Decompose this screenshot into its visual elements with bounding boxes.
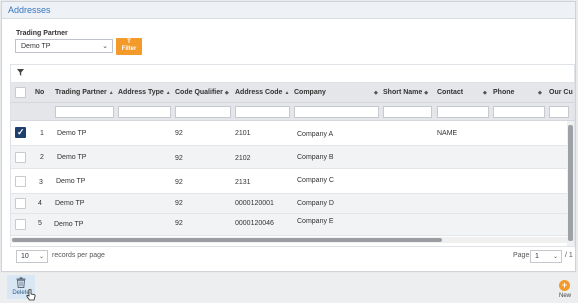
trading-partner-label: Trading Partner: [16, 30, 68, 37]
column-header-code-qualifier[interactable]: Code Qualifier ◆: [175, 89, 229, 96]
vertical-scrollbar-thumb[interactable]: [568, 125, 573, 241]
cell-no: 3: [39, 179, 43, 186]
column-header-phone[interactable]: Phone: [493, 89, 514, 96]
footer-toolbar: Delete + New: [0, 273, 578, 303]
page-label: Page: [513, 252, 530, 259]
hand-cursor-icon: [26, 288, 36, 303]
records-per-page-value: 10: [21, 253, 29, 260]
cell-address-code: 2131: [235, 179, 251, 186]
filter-input-contact[interactable]: [437, 106, 489, 118]
cell-company: Company B: [297, 154, 334, 161]
horizontal-scrollbar-thumb[interactable]: [12, 238, 442, 242]
addresses-grid: No Trading Partner ▲ Address Type ▲ Code Q…: [10, 82, 575, 247]
grid-toolbar: [10, 64, 575, 82]
cell-company: Company E: [297, 218, 334, 225]
cell-company: Company D: [297, 200, 334, 207]
records-per-page-select[interactable]: 10 ⌄: [16, 250, 48, 263]
pager: 10 ⌄ records per page Page 1 ⌄ / 1: [10, 247, 575, 267]
cell-trading-partner: Demo TP: [54, 221, 84, 228]
trading-partner-select[interactable]: Demo TP ⌄: [15, 39, 113, 53]
cell-company: Company A: [297, 131, 334, 138]
column-header-trading-partner[interactable]: Trading Partner ▲: [55, 89, 114, 96]
chevron-down-icon: ⌄: [552, 254, 558, 260]
horizontal-scrollbar[interactable]: [10, 237, 568, 243]
table-row[interactable]: 5 Demo TP 92 0000120046 Company E: [11, 214, 574, 236]
filter-input-our-customer[interactable]: [549, 106, 569, 118]
row-checkbox[interactable]: [15, 176, 26, 187]
cell-trading-partner: Demo TP: [57, 130, 87, 137]
plus-circle-icon: +: [559, 280, 570, 291]
column-header-our-customer[interactable]: Our Cu: [549, 89, 573, 96]
filter-input-code-qualifier[interactable]: [175, 106, 231, 118]
filter-input-short-name[interactable]: [383, 106, 432, 118]
filter-button[interactable]: T Filter: [116, 38, 142, 55]
cell-company: Company C: [297, 177, 334, 184]
chevron-down-icon: ⌄: [102, 43, 108, 50]
column-header-company-sort[interactable]: ◆: [372, 89, 378, 96]
row-checkbox[interactable]: [15, 127, 26, 138]
filter-input-trading-partner[interactable]: [55, 106, 114, 118]
cell-trading-partner: Demo TP: [56, 178, 86, 185]
cell-code-qualifier: 92: [175, 179, 183, 186]
table-row[interactable]: 2 Demo TP 92 2102 Company B: [11, 146, 574, 169]
column-header-short-name[interactable]: Short Name ◆: [383, 89, 428, 96]
filter-input-address-code[interactable]: [235, 106, 290, 118]
cell-no: 1: [40, 130, 44, 137]
column-header-company[interactable]: Company: [294, 89, 326, 96]
cell-address-code: 2102: [235, 155, 251, 162]
filter-button-label: Filter: [121, 46, 137, 52]
chevron-down-icon: ⌄: [38, 254, 44, 260]
new-button[interactable]: + New: [556, 280, 574, 300]
page-title: Addresses: [8, 5, 51, 15]
row-checkbox[interactable]: [15, 152, 26, 163]
cell-code-qualifier: 92: [175, 200, 183, 207]
cell-trading-partner: Demo TP: [55, 200, 85, 207]
cell-address-code: 0000120046: [235, 220, 274, 227]
page-select[interactable]: 1 ⌄: [530, 250, 562, 263]
column-header-phone-sort[interactable]: ◆: [536, 89, 542, 96]
filter-input-company[interactable]: [294, 106, 379, 118]
panel-header: Addresses: [2, 2, 575, 19]
grid-header: No Trading Partner ▲ Address Type ▲ Code Q…: [11, 83, 574, 103]
trash-icon: [16, 277, 26, 290]
table-row[interactable]: 1 Demo TP 92 2101 Company A NAME: [11, 121, 574, 146]
cell-address-code: 0000120001: [235, 200, 274, 207]
page-value: 1: [535, 253, 539, 260]
addresses-panel: Addresses Trading Partner Demo TP ⌄ T Fi…: [1, 1, 576, 272]
row-checkbox[interactable]: [15, 219, 26, 230]
funnel-icon: T: [127, 39, 131, 45]
filter-input-address-type[interactable]: [118, 106, 171, 118]
filter-row: [11, 103, 574, 121]
column-header-contact[interactable]: Contact: [437, 89, 463, 96]
row-checkbox[interactable]: [15, 198, 26, 209]
vertical-scrollbar[interactable]: [567, 121, 574, 246]
cell-no: 2: [40, 154, 44, 161]
table-row[interactable]: 4 Demo TP 92 0000120001 Company D: [11, 194, 574, 214]
funnel-icon[interactable]: [17, 69, 24, 78]
cell-contact: NAME: [437, 130, 458, 137]
cell-no: 5: [38, 220, 42, 227]
records-per-page-label: records per page: [52, 252, 105, 259]
column-header-address-type[interactable]: Address Type ▲: [118, 89, 171, 96]
filter-input-phone[interactable]: [493, 106, 545, 118]
cell-code-qualifier: 92: [175, 220, 183, 227]
column-header-address-code[interactable]: Address Code ▲: [235, 89, 289, 96]
cell-trading-partner: Demo TP: [57, 154, 87, 161]
new-button-label: New: [558, 293, 571, 299]
cell-no: 4: [38, 200, 42, 207]
cell-address-code: 2101: [235, 130, 251, 137]
table-row[interactable]: 3 Demo TP 92 2131 Company C: [11, 169, 574, 194]
trading-partner-value: Demo TP: [21, 43, 51, 50]
page-total: / 1: [565, 252, 573, 259]
column-header-contact-sort[interactable]: ◆: [481, 89, 487, 96]
column-header-no[interactable]: No: [35, 89, 44, 96]
cell-code-qualifier: 92: [175, 130, 183, 137]
cell-code-qualifier: 92: [175, 155, 183, 162]
select-all-checkbox[interactable]: [15, 87, 26, 98]
